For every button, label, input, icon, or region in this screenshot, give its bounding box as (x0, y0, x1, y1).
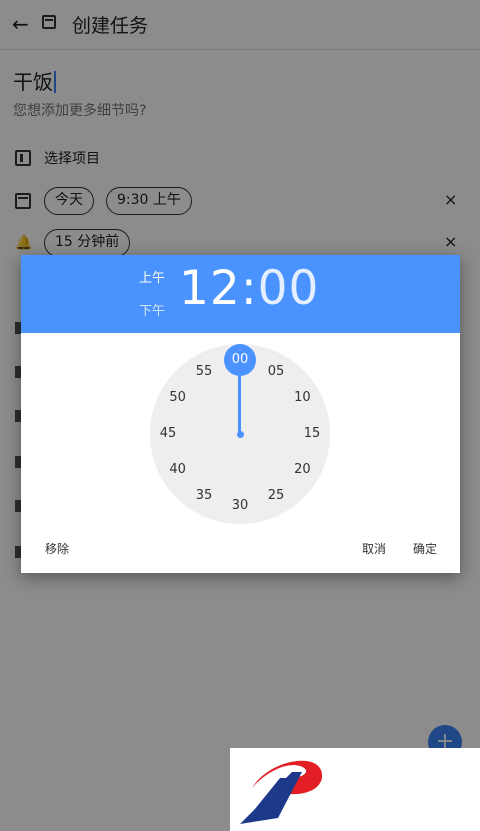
clock-minute-45[interactable]: 45 (153, 424, 183, 444)
clock-minute-05[interactable]: 05 (261, 362, 291, 382)
selected-time: 12:00 (179, 261, 319, 316)
time-picker-header: 上午 下午 12:00 (21, 255, 460, 333)
minute-display[interactable]: 00 (258, 261, 320, 316)
time-picker-dialog: 上午 下午 12:00 00 05 10 15 20 25 30 35 40 45 50 55 移除… (21, 255, 460, 573)
clock-minute-55[interactable]: 55 (189, 362, 219, 382)
hour-display[interactable]: 12 (179, 261, 241, 316)
clock-minute-50[interactable]: 50 (163, 388, 193, 408)
clock-minute-15[interactable]: 15 (297, 424, 327, 444)
selected-minute-marker[interactable]: 00 (224, 344, 256, 376)
clock-minute-10[interactable]: 10 (287, 388, 317, 408)
cancel-button[interactable]: 取消 (362, 540, 386, 557)
clock-minute-20[interactable]: 20 (287, 460, 317, 480)
time-separator: : (240, 261, 258, 316)
am-toggle[interactable]: 上午 (139, 267, 165, 286)
ok-button[interactable]: 确定 (413, 540, 437, 557)
pm-toggle[interactable]: 下午 (139, 300, 165, 319)
clock-face[interactable]: 00 05 10 15 20 25 30 35 40 45 50 55 (150, 344, 330, 524)
clock-center-dot (236, 430, 244, 438)
remove-button[interactable]: 移除 (45, 540, 69, 557)
clock-minute-35[interactable]: 35 (189, 486, 219, 506)
clock-minute-25[interactable]: 25 (261, 486, 291, 506)
clock-minute-30[interactable]: 30 (225, 496, 255, 516)
clock-minute-40[interactable]: 40 (163, 460, 193, 480)
watermark-logo (230, 748, 480, 831)
